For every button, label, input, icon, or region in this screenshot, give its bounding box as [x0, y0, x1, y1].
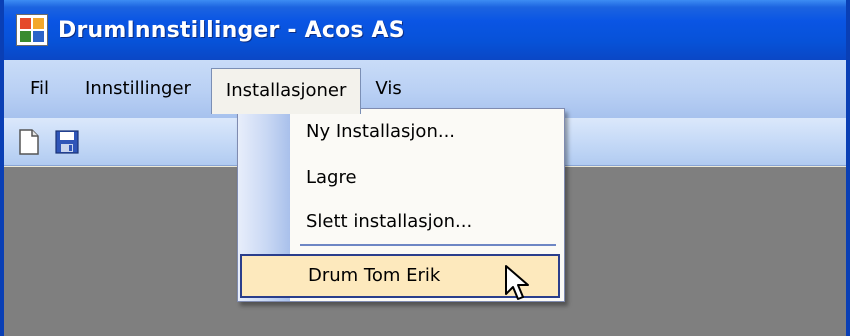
menu-item-slett-installasjon[interactable]: Slett installasjon...	[306, 211, 472, 232]
window-title: DrumInnstillinger - Acos AS	[58, 17, 405, 43]
app-window: DrumInnstillinger - Acos AS Fil Innstill…	[0, 0, 850, 336]
save-button[interactable]	[52, 127, 82, 157]
menu-installasjoner[interactable]: Installasjoner	[210, 68, 362, 114]
new-document-button[interactable]	[14, 127, 44, 157]
menu-item-label: Drum Tom Erik	[308, 265, 441, 286]
menu-vis[interactable]: Vis	[361, 68, 415, 110]
menu-fil[interactable]: Fil	[16, 68, 63, 110]
menu-item-lagre[interactable]: Lagre	[306, 167, 357, 188]
menu-innstillinger[interactable]: Innstillinger	[71, 68, 205, 110]
mouse-cursor-icon	[505, 265, 529, 300]
app-icon[interactable]	[16, 14, 48, 46]
title-bar[interactable]: DrumInnstillinger - Acos AS	[4, 0, 846, 60]
new-document-icon	[19, 128, 39, 155]
save-icon	[55, 129, 79, 154]
menu-separator	[300, 244, 556, 246]
menu-item-ny-installasjon[interactable]: Ny Installasjon...	[306, 121, 455, 142]
